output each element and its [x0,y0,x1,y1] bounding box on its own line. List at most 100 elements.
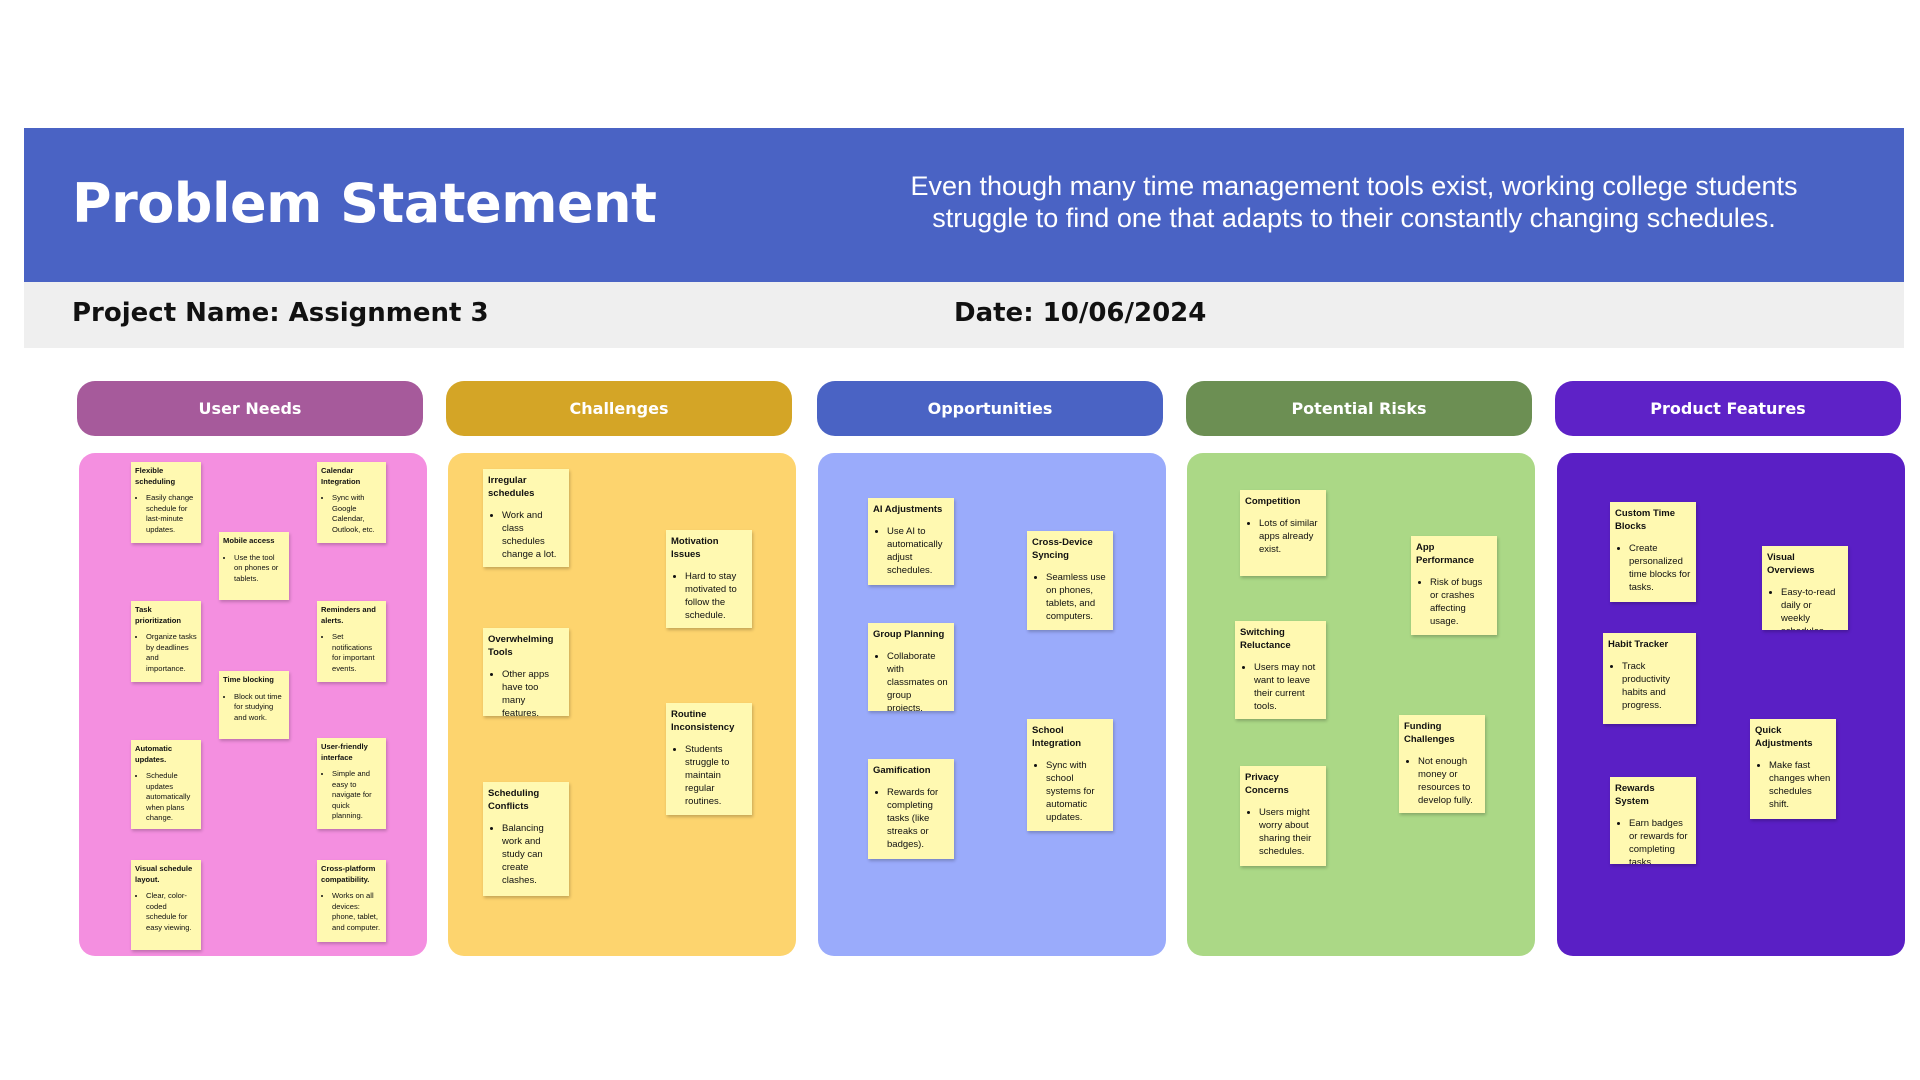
note-title: Switching Reluctance [1240,627,1291,651]
note-bullet: Collaborate with classmates on group pro… [887,650,949,711]
note-title: Visual schedule layout. [135,864,193,884]
note-bullet: Organize tasks by deadlines and importan… [146,632,197,674]
note-bullet: Works on all devices: phone, tablet, and… [332,891,382,933]
sticky-note[interactable]: Calendar Integration Sync with Google Ca… [317,462,386,543]
sticky-note[interactable]: Irregular schedules Work and class sched… [483,469,569,567]
sticky-note[interactable]: School Integration Sync with school syst… [1027,719,1113,831]
note-bullet: Use the tool on phones or tablets. [234,553,285,585]
sticky-note[interactable]: Gamification Rewards for completing task… [868,759,954,859]
note-title: Cross-Device Syncing [1032,537,1093,561]
note-title: School Integration [1032,725,1082,749]
problem-statement-text: Even though many time management tools e… [910,171,1798,233]
sticky-note[interactable]: Time blocking Block out time for studyin… [219,671,289,739]
panel-potential-risks: Competition Lots of similar apps already… [1187,453,1535,956]
note-title: Time blocking [223,675,274,684]
note-bullet: Other apps have too many features. [502,668,564,716]
sticky-note[interactable]: Cross-Device Syncing Seamless use on pho… [1027,531,1113,630]
note-bullet: Seamless use on phones, tablets, and com… [1046,571,1108,623]
sticky-note[interactable]: Privacy Concerns Users might worry about… [1240,766,1326,866]
sticky-note[interactable]: Funding Challenges Not enough money or r… [1399,715,1485,813]
sticky-note[interactable]: Routine Inconsistency Students struggle … [666,703,752,815]
note-bullet: Users might worry about sharing their sc… [1259,806,1321,858]
note-bullet: Earn badges or rewards for completing ta… [1629,817,1691,864]
note-title: App Performance [1416,542,1475,566]
note-bullet: Balancing work and study can create clas… [502,822,564,887]
panel-challenges: Irregular schedules Work and class sched… [448,453,796,956]
sticky-note[interactable]: Overwhelming Tools Other apps have too m… [483,628,569,716]
note-title: Gamification [873,765,931,776]
sticky-note[interactable]: Habit Tracker Track productivity habits … [1603,633,1696,724]
note-bullet: Use AI to automatically adjust schedules… [887,525,949,577]
note-title: Motivation Issues [671,536,719,560]
sticky-note[interactable]: User-friendly interface Simple and easy … [317,738,386,829]
sticky-note[interactable]: Motivation Issues Hard to stay motivated… [666,530,752,628]
note-title: Overwhelming Tools [488,634,554,658]
sticky-note[interactable]: Automatic updates. Schedule updates auto… [131,740,201,829]
note-bullet: Not enough money or resources to develop… [1418,755,1480,807]
column-header-user-needs[interactable]: User Needs [77,381,423,436]
sticky-note[interactable]: AI Adjustments Use AI to automatically a… [868,498,954,585]
column-header-potential-risks[interactable]: Potential Risks [1186,381,1532,436]
note-title: Competition [1245,496,1301,507]
sticky-note[interactable]: Rewards System Earn badges or rewards fo… [1610,777,1696,864]
note-title: Flexible scheduling [135,466,176,486]
note-title: Task prioritization [135,605,181,625]
note-title: User-friendly interface [321,742,368,762]
note-bullet: Risk of bugs or crashes affecting usage. [1430,576,1492,628]
panel-product-features: Custom Time Blocks Create personalized t… [1557,453,1905,956]
sticky-note[interactable]: Cross-platform compatibility. Works on a… [317,860,386,942]
note-bullet: Easily change schedule for last-minute u… [146,493,197,535]
note-bullet: Make fast changes when schedules shift. [1769,759,1831,811]
column-header-challenges[interactable]: Challenges [446,381,792,436]
note-title: Custom Time Blocks [1615,508,1676,532]
sticky-note[interactable]: Competition Lots of similar apps already… [1240,490,1326,576]
project-date: Date: 10/06/2024 [954,298,1207,328]
project-name: Project Name: Assignment 3 [72,298,489,328]
panel-opportunities: AI Adjustments Use AI to automatically a… [818,453,1166,956]
note-title: Automatic updates. [135,744,173,764]
note-title: AI Adjustments [873,504,943,515]
sticky-note[interactable]: Custom Time Blocks Create personalized t… [1610,502,1696,602]
sticky-note[interactable]: Switching Reluctance Users may not want … [1235,621,1326,719]
sticky-note[interactable]: Flexible scheduling Easily change schedu… [131,462,201,543]
note-title: Reminders and alerts. [321,605,376,625]
sticky-note[interactable]: Mobile access Use the tool on phones or … [219,532,289,600]
sticky-note[interactable]: Group Planning Collaborate with classmat… [868,623,954,711]
note-title: Calendar Integration [321,466,361,486]
note-bullet: Easy-to-read daily or weekly schedules. [1781,586,1843,630]
project-info-bar: Project Name: Assignment 3 Date: 10/06/2… [24,282,1904,348]
note-title: Visual Overviews [1767,552,1815,576]
sticky-note[interactable]: Scheduling Conflicts Balancing work and … [483,782,569,896]
note-title: Scheduling Conflicts [488,788,540,812]
sticky-note[interactable]: Visual Overviews Easy-to-read daily or w… [1762,546,1848,630]
sticky-note[interactable]: Quick Adjustments Make fast changes when… [1750,719,1836,819]
column-header-product-features[interactable]: Product Features [1555,381,1901,436]
note-bullet: Users may not want to leave their curren… [1254,661,1321,713]
note-title: Mobile access [223,536,275,545]
sticky-note[interactable]: Visual schedule layout. Clear, color-cod… [131,860,201,950]
note-bullet: Sync with Google Calendar, Outlook, etc. [332,493,382,535]
note-bullet: Rewards for completing tasks (like strea… [887,786,949,851]
note-title: Privacy Concerns [1245,772,1289,796]
column-header-opportunities[interactable]: Opportunities [817,381,1163,436]
note-title: Quick Adjustments [1755,725,1813,749]
note-title: Cross-platform compatibility. [321,864,376,884]
page-title: Problem Statement [72,172,657,235]
panel-user-needs: Flexible scheduling Easily change schedu… [79,453,427,956]
note-bullet: Clear, color-coded schedule for easy vie… [146,891,197,933]
note-title: Routine Inconsistency [671,709,735,733]
note-bullet: Students struggle to maintain regular ro… [685,743,747,808]
note-bullet: Set notifications for important events. [332,632,382,674]
sticky-note[interactable]: App Performance Risk of bugs or crashes … [1411,536,1497,635]
note-bullet: Schedule updates automatically when plan… [146,771,197,824]
note-bullet: Block out time for studying and work. [234,692,285,724]
note-bullet: Track productivity habits and progress. [1622,660,1691,712]
note-bullet: Create personalized time blocks for task… [1629,542,1691,594]
sticky-note[interactable]: Task prioritization Organize tasks by de… [131,601,201,682]
note-bullet: Hard to stay motivated to follow the sch… [685,570,747,622]
note-title: Funding Challenges [1404,721,1455,745]
note-title: Habit Tracker [1608,639,1669,650]
sticky-note[interactable]: Reminders and alerts. Set notifications … [317,601,386,682]
note-bullet: Sync with school systems for automatic u… [1046,759,1108,824]
note-title: Group Planning [873,629,945,640]
